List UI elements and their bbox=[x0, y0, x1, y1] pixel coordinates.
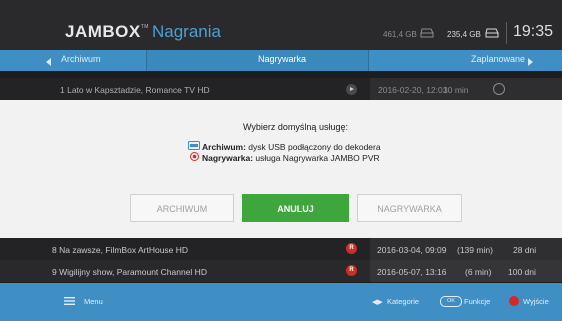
storage-pvr-label: 235,4 GB bbox=[447, 30, 481, 39]
cancel-button[interactable]: ANULUJ bbox=[242, 194, 349, 222]
hdd-icon bbox=[485, 28, 499, 38]
recording-days-left: 100 dni bbox=[508, 267, 536, 277]
recorder-icon bbox=[190, 152, 199, 161]
recording-duration: (139 min) bbox=[457, 245, 493, 255]
recording-title: 8 Na zawsze, FilmBox ArtHouse HD bbox=[52, 245, 189, 255]
dialog-title: Wybierz domyślną usługę: bbox=[243, 122, 348, 132]
tab-next-arrow-icon[interactable] bbox=[528, 58, 533, 66]
record-badge-icon: R bbox=[346, 243, 357, 254]
dialog-archive-info: Archiwum: dysk USB podłączony do dekoder… bbox=[202, 142, 381, 152]
exit-label[interactable]: Wyjście bbox=[523, 297, 549, 306]
tab-archiwum[interactable]: Archiwum bbox=[61, 54, 101, 64]
play-icon bbox=[346, 84, 357, 95]
archive-icon bbox=[188, 141, 200, 150]
hdd-icon bbox=[420, 28, 434, 38]
clock: 19:35 bbox=[513, 23, 554, 40]
tab-zaplanowane[interactable]: Zaplanowane bbox=[471, 54, 525, 64]
arrows-icon: ◀▶ bbox=[372, 299, 383, 306]
storage-usb-label: 461,4 GB bbox=[383, 30, 417, 39]
recording-duration: (6 min) bbox=[465, 267, 492, 277]
categories-label[interactable]: Kategorie bbox=[387, 297, 419, 306]
tab-nagrywarka[interactable]: Nagrywarka bbox=[258, 54, 306, 64]
page-title: Nagrania bbox=[152, 22, 221, 41]
record-badge-icon: R bbox=[346, 265, 357, 276]
recording-date: 2016-05-07, 13:16 bbox=[377, 267, 447, 277]
recording-title: 1 Lato w Kapsztadzie, Romance TV HD bbox=[60, 85, 210, 95]
recording-date: 2016-03-04, 09:09 bbox=[377, 245, 447, 255]
tab-divider bbox=[146, 50, 147, 71]
recording-days-left: 28 dni bbox=[513, 245, 537, 255]
functions-label[interactable]: Funkcje bbox=[464, 297, 490, 306]
recording-duration: 30 min bbox=[443, 85, 469, 95]
archiwum-button[interactable]: ARCHIWUM bbox=[130, 194, 234, 222]
red-button-icon bbox=[509, 296, 519, 306]
recording-title: 9 Wigilijny show, Paramount Channel HD bbox=[52, 267, 207, 277]
nagrywarka-button[interactable]: NAGRYWARKA bbox=[357, 194, 462, 222]
ok-button-icon: OK bbox=[440, 296, 462, 307]
tab-divider bbox=[368, 50, 369, 71]
menu-icon[interactable] bbox=[64, 297, 75, 305]
recording-date: 2016-02-20, 12:01 bbox=[378, 85, 448, 95]
dialog-recorder-info: Nagrywarka: usługa Nagrywarka JAMBO PVR bbox=[202, 153, 380, 163]
menu-label[interactable]: Menu bbox=[84, 297, 103, 306]
clock-divider bbox=[506, 22, 507, 44]
jambox-logo: JAMBOXTM bbox=[65, 22, 149, 41]
tab-prev-arrow-icon[interactable] bbox=[46, 58, 51, 66]
clock-icon bbox=[493, 83, 505, 95]
